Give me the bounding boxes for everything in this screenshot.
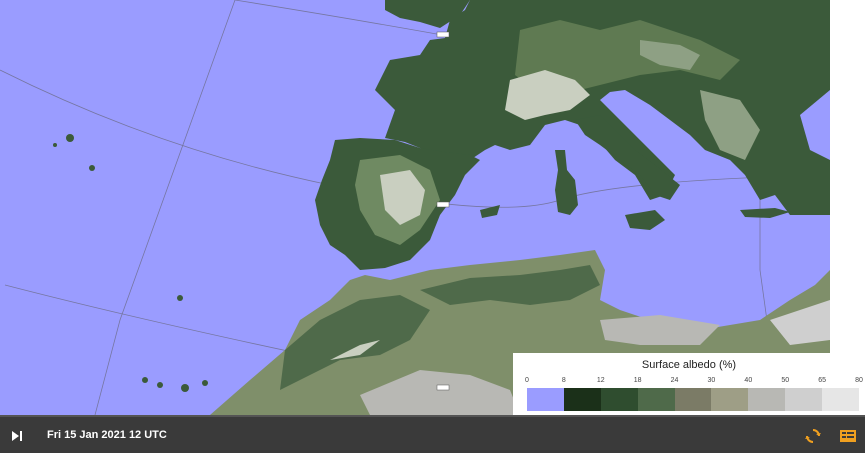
city-marker [436,201,450,208]
legend-swatch [785,388,823,411]
legend-tick-label: 50 [781,377,790,384]
legend-swatch [527,388,564,411]
legend-tick-label: 8 [561,377,566,384]
refresh-icon [805,429,821,443]
legend-tick-label: 65 [818,377,827,384]
crete [740,208,790,218]
legend-tick-label: 12 [596,377,605,384]
legend-swatch [563,388,601,411]
forecast-timestamp: Fri 15 Jan 2021 12 UTC [47,429,167,441]
legend-title: Surface albedo (%) [641,359,737,371]
sicily [625,210,665,230]
legend-swatch [674,388,712,411]
legend-tick-label: 30 [707,377,716,384]
legend-tick-label: 0 [525,377,529,384]
city-marker [436,31,450,38]
legend-tick-label: 24 [670,377,679,384]
skip-forward-button[interactable] [8,428,26,444]
city-marker [436,384,450,391]
bottom-toolbar: Fri 15 Jan 2021 12 UTC [0,415,865,453]
layers-button[interactable] [839,427,857,445]
corsica-sardinia [555,150,578,215]
legend-tick-label: 40 [744,377,753,384]
layers-icon [840,430,856,442]
legend: Surface albedo (%) 0 8 12 18 24 30 40 50 65 80 [513,353,865,415]
legend-tick-label: 80 [855,377,863,384]
legend-tick-label: 18 [633,377,642,384]
legend-swatch [711,388,749,411]
legend-swatch [822,388,859,411]
refresh-button[interactable] [804,427,822,445]
skip-forward-icon [12,431,22,441]
legend-swatch [748,388,786,411]
legend-swatch [600,388,638,411]
legend-swatch [637,388,675,411]
